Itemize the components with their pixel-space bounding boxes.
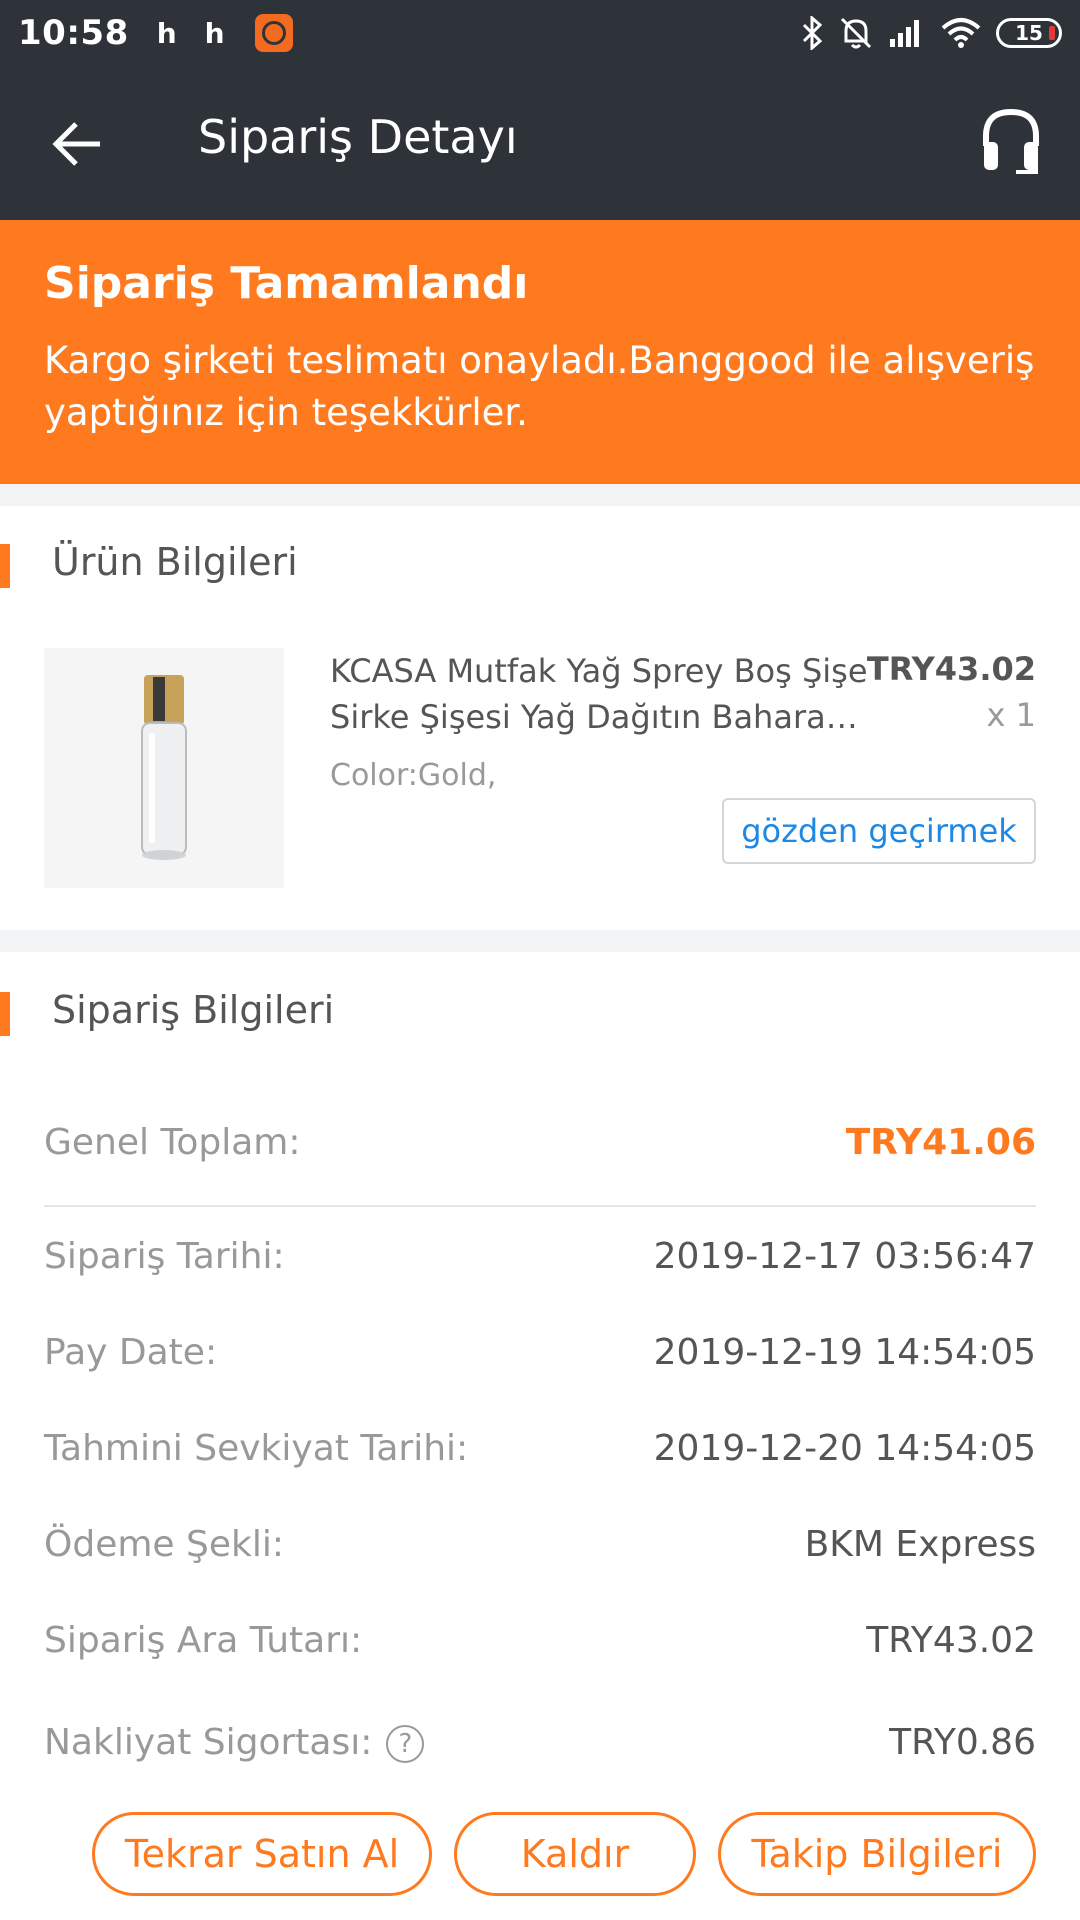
payment-method-label: Ödeme Şekli:: [44, 1523, 284, 1565]
mute-icon: [840, 17, 872, 49]
notification-letter-2: h: [204, 16, 225, 50]
oil-spray-bottle-image: [141, 675, 187, 860]
notification-letter-1: h: [156, 16, 177, 50]
page-title: Sipariş Detayı: [198, 110, 518, 164]
review-button[interactable]: gözden geçirmek: [722, 798, 1036, 864]
section-accent-bar: [0, 544, 10, 588]
payment-method-value: BKM Express: [804, 1523, 1036, 1565]
divider: [44, 1205, 1036, 1207]
order-section-title: Sipariş Bilgileri: [52, 988, 335, 1032]
section-accent-bar: [0, 992, 10, 1036]
subtotal-label: Sipariş Ara Tutarı:: [44, 1619, 363, 1661]
product-quantity: x 1: [986, 696, 1036, 734]
section-gap: [0, 930, 1080, 952]
product-color: Color:Gold,: [330, 758, 497, 793]
info-row-payment-method: Ödeme Şekli: BKM Express: [44, 1514, 1036, 1574]
help-icon[interactable]: ?: [386, 1724, 425, 1763]
product-name-line-2: Sirke Şişesi Yağ Dağıtın Baharat ...: [330, 698, 870, 736]
product-name-line-1: KCASA Mutfak Yağ Sprey Boş Şişe: [330, 652, 868, 690]
order-status-title: Sipariş Tamamlandı: [44, 258, 529, 309]
back-arrow-icon: [52, 122, 100, 166]
insurance-label: Nakliyat Sigortası:: [44, 1721, 373, 1763]
pay-date-value: 2019-12-19 14:54:05: [653, 1331, 1036, 1373]
insurance-value: TRY0.86: [889, 1721, 1036, 1763]
status-time: 10:58: [18, 13, 129, 53]
remove-button[interactable]: Kaldır: [454, 1812, 696, 1896]
ship-date-label: Tahmini Sevkiyat Tarihi:: [44, 1427, 469, 1469]
wifi-icon: [941, 18, 981, 48]
product-price: TRY43.02: [866, 650, 1036, 688]
info-row-order-date: Sipariş Tarihi: 2019-12-17 03:56:47: [44, 1226, 1036, 1286]
order-section-header: Sipariş Bilgileri: [0, 984, 1080, 1044]
info-row-ship-date: Tahmini Sevkiyat Tarihi: 2019-12-20 14:5…: [44, 1418, 1036, 1478]
pay-date-label: Pay Date:: [44, 1331, 218, 1373]
signal-icon: [890, 20, 919, 47]
back-button[interactable]: [50, 116, 106, 172]
product-section-header: Ürün Bilgileri: [0, 536, 1080, 596]
total-value: TRY41.06: [845, 1121, 1036, 1163]
order-date-value: 2019-12-17 03:56:47: [653, 1235, 1036, 1277]
total-row: Genel Toplam: TRY41.06: [44, 1112, 1036, 1172]
app-bar: Sipariş Detayı: [0, 66, 1080, 220]
status-bar: 10:58 h h 15: [0, 0, 1080, 66]
support-button[interactable]: [980, 106, 1042, 176]
product-image[interactable]: [44, 648, 284, 888]
order-status-message: Kargo şirketi teslimatı onayladı.Banggoo…: [44, 339, 1035, 434]
product-name[interactable]: KCASA Mutfak Yağ Sprey Boş Şişe Sirke Şi…: [330, 648, 870, 740]
info-row-subtotal: Sipariş Ara Tutarı: TRY43.02: [44, 1610, 1036, 1670]
headset-icon: [983, 108, 1039, 174]
tracking-info-button[interactable]: Takip Bilgileri: [718, 1812, 1036, 1896]
info-row-pay-date: Pay Date: 2019-12-19 14:54:05: [44, 1322, 1036, 1382]
total-label: Genel Toplam:: [44, 1121, 301, 1163]
section-gap: [0, 484, 1080, 506]
buy-again-button[interactable]: Tekrar Satın Al: [92, 1812, 432, 1896]
insurance-label-wrap: Nakliyat Sigortası:?: [44, 1721, 425, 1763]
ship-date-value: 2019-12-20 14:54:05: [653, 1427, 1036, 1469]
status-icons: 15: [800, 15, 1062, 51]
order-date-label: Sipariş Tarihi:: [44, 1235, 285, 1277]
subtotal-value: TRY43.02: [866, 1619, 1036, 1661]
battery-level: 15: [1015, 21, 1043, 45]
bluetooth-icon: [802, 16, 823, 50]
battery-indicator: 15: [996, 18, 1062, 48]
info-row-insurance: Nakliyat Sigortası:? TRY0.86: [44, 1712, 1036, 1772]
order-status-banner: Sipariş Tamamlandı Kargo şirketi teslima…: [0, 220, 1080, 484]
app-notification-icon: [254, 14, 293, 52]
product-section-title: Ürün Bilgileri: [52, 540, 298, 584]
